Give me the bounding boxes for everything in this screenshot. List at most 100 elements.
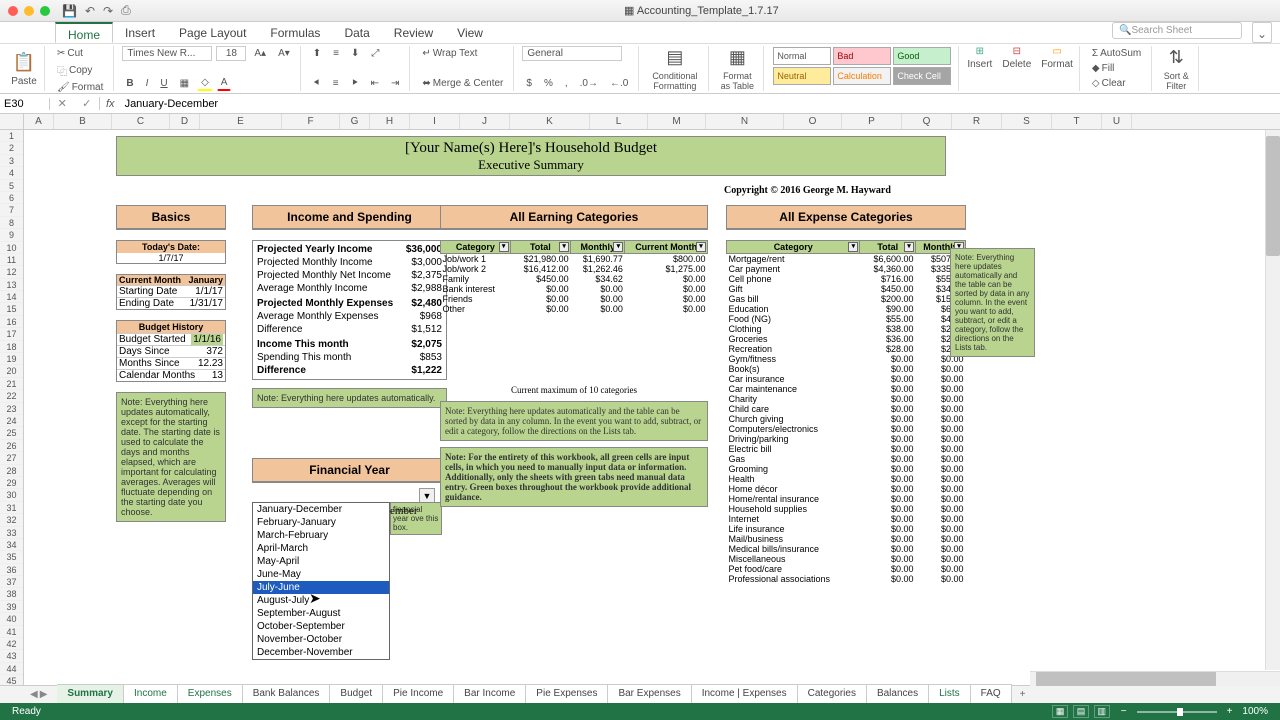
row-header[interactable]: 31 [0,502,23,514]
row-header[interactable]: 32 [0,514,23,526]
row-header[interactable]: 44 [0,663,23,675]
sheet-tab-bank-balances[interactable]: Bank Balances [243,684,331,705]
name-box[interactable]: E30 [0,98,50,110]
col-header-K[interactable]: K [510,114,590,129]
conditional-formatting-icon[interactable]: ▤ [661,46,689,69]
row-header[interactable]: 14 [0,291,23,303]
tab-page-layout[interactable]: Page Layout [167,22,258,43]
worksheet[interactable]: 1234567891011121314151617181920212223242… [0,130,1280,688]
clear-button[interactable]: ◇ Clear [1088,76,1145,91]
zoom-in-button[interactable]: + [1227,706,1233,717]
zoom-level[interactable]: 100% [1242,706,1268,717]
normal-view-icon[interactable]: ▦ [1052,705,1068,718]
row-header[interactable]: 33 [0,527,23,539]
row-header[interactable]: 2 [0,142,23,154]
font-size-select[interactable]: 18 [216,46,246,61]
row-header[interactable]: 8 [0,217,23,229]
insert-cells-icon[interactable]: ⊞ [967,46,992,57]
sheet-tab-bar-expenses[interactable]: Bar Expenses [608,684,691,705]
fill-button[interactable]: ◆ Fill [1088,61,1145,76]
earning-header[interactable]: Category▾ [441,241,511,254]
col-header-B[interactable]: B [54,114,112,129]
bold-button[interactable]: B [122,76,137,91]
align-top-button[interactable]: ⬆ [309,46,325,61]
row-header[interactable]: 7 [0,204,23,216]
sheet-tab-expenses[interactable]: Expenses [178,684,243,705]
align-bottom-button[interactable]: ⬇ [347,46,363,61]
row-header[interactable]: 36 [0,564,23,576]
sheet-tab-balances[interactable]: Balances [867,684,929,705]
align-left-button[interactable]: ⯇ [309,76,325,91]
row-header[interactable]: 5 [0,180,23,192]
style-bad[interactable]: Bad [833,47,891,65]
autosum-button[interactable]: Σ AutoSum [1088,46,1145,61]
formula-input[interactable]: January-December [121,98,1280,110]
col-header-S[interactable]: S [1002,114,1052,129]
delete-cells-icon[interactable]: ⊟ [1002,46,1031,57]
save-icon[interactable]: 💾 [62,4,77,18]
col-header-O[interactable]: O [784,114,842,129]
print-icon[interactable]: ⎙ [121,3,131,18]
fy-option[interactable]: February-January [253,516,389,529]
sheet-tab-categories[interactable]: Categories [798,684,867,705]
filter-icon[interactable]: ▾ [696,242,706,252]
row-header[interactable]: 43 [0,650,23,662]
search-input[interactable]: 🔍 Search Sheet [1112,22,1242,39]
row-header[interactable]: 29 [0,477,23,489]
indent-decrease-button[interactable]: ⇤ [367,76,383,91]
row-header[interactable]: 3 [0,155,23,167]
row-header[interactable]: 13 [0,279,23,291]
fy-option[interactable]: January-December [253,503,389,516]
col-header-M[interactable]: M [648,114,706,129]
zoom-out-button[interactable]: − [1121,706,1127,717]
undo-icon[interactable]: ↶ [85,4,95,18]
row-header[interactable]: 11 [0,254,23,266]
col-header-N[interactable]: N [706,114,784,129]
filter-icon[interactable]: ▾ [848,242,858,252]
row-header[interactable]: 27 [0,452,23,464]
page-layout-view-icon[interactable]: ▤ [1073,705,1089,718]
filter-icon[interactable]: ▾ [613,242,623,252]
row-header[interactable]: 41 [0,626,23,638]
italic-button[interactable]: I [142,76,153,91]
row-header[interactable]: 26 [0,440,23,452]
row-header[interactable]: 28 [0,465,23,477]
sheet-tab-budget[interactable]: Budget [330,684,383,705]
style-normal[interactable]: Normal [773,47,831,65]
indent-increase-button[interactable]: ⇥ [387,76,403,91]
font-color-button[interactable]: A [217,75,232,91]
fy-option[interactable]: September-August [253,607,389,620]
add-sheet-button[interactable]: + [1012,689,1034,700]
fx-icon[interactable]: fx [100,98,121,110]
redo-icon[interactable]: ↷ [103,4,113,18]
close-icon[interactable] [8,6,18,16]
align-middle-button[interactable]: ≡ [329,46,343,61]
filter-icon[interactable]: ▾ [499,242,509,252]
wrap-text-button[interactable]: ↵ Wrap Text [418,46,507,61]
orientation-button[interactable]: ⤢ [367,46,383,61]
sheet-tab-summary[interactable]: Summary [57,684,124,705]
row-header[interactable]: 6 [0,192,23,204]
border-button[interactable]: ▦ [176,76,193,91]
row-header[interactable]: 23 [0,403,23,415]
col-header-T[interactable]: T [1052,114,1102,129]
number-format-select[interactable]: General [522,46,622,61]
fy-option[interactable]: June-May [253,568,389,581]
merge-center-button[interactable]: ⬌ Merge & Center [418,76,507,91]
row-header[interactable]: 10 [0,242,23,254]
col-header-A[interactable]: A [24,114,54,129]
col-header-I[interactable]: I [410,114,460,129]
row-header[interactable]: 30 [0,489,23,501]
format-as-table-icon[interactable]: ▦ [723,46,751,69]
maximize-icon[interactable] [40,6,50,16]
row-header[interactable]: 15 [0,303,23,315]
sheet-tab-lists[interactable]: Lists [929,684,971,705]
row-header[interactable]: 25 [0,427,23,439]
percent-button[interactable]: % [540,76,557,91]
col-header-U[interactable]: U [1102,114,1132,129]
fy-dropdown-list[interactable]: January-DecemberFebruary-JanuaryMarch-Fe… [252,502,390,660]
row-header[interactable]: 38 [0,588,23,600]
sheet-tab-bar-income[interactable]: Bar Income [454,684,526,705]
row-header[interactable]: 19 [0,353,23,365]
sheet-tab-income[interactable]: Income [124,684,178,705]
